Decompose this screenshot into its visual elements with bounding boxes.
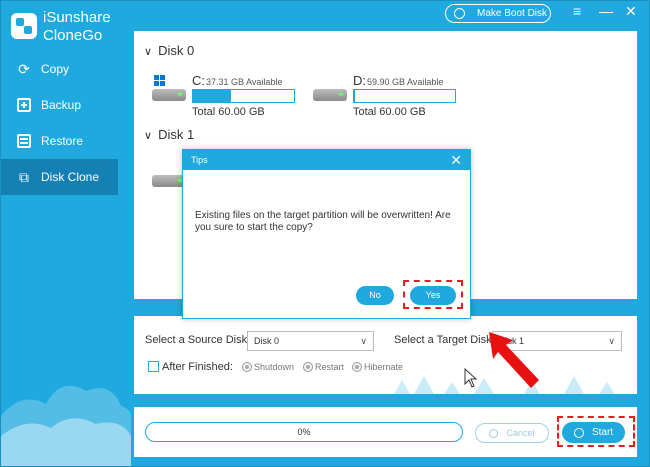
partition-total: Total 60.00 GB — [192, 106, 265, 118]
disk-1-title: Disk 1 — [158, 127, 195, 142]
close-icon[interactable]: ✕ — [625, 3, 637, 19]
highlight-start — [557, 416, 635, 447]
partition-usage-bar — [192, 89, 295, 103]
partition-letter: D: — [353, 73, 366, 88]
sidebar-item-backup[interactable]: Backup — [1, 87, 118, 123]
no-button[interactable]: No — [356, 286, 394, 305]
clone-icon: ⧉ — [19, 168, 29, 185]
partition-available: 59.90 GB Available — [367, 77, 444, 87]
dialog-title: Tips — [191, 155, 208, 165]
radio-shutdown[interactable]: Shutdown — [242, 362, 294, 372]
app-name-line1: iSunshare — [43, 9, 111, 26]
dialog-message: Existing files on the target partition w… — [195, 210, 451, 233]
make-boot-disk-button[interactable]: Make Boot Disk — [445, 4, 551, 23]
chevron-down-icon: ∨ — [144, 130, 153, 142]
radio-icon — [242, 362, 252, 372]
progress-bar: 0% — [145, 422, 463, 442]
chevron-down-icon: ∨ — [608, 336, 615, 346]
source-disk-select[interactable]: Disk 0 ∨ — [247, 331, 374, 351]
partition-c[interactable]: C:37.31 GB Available Total 60.00 GB — [152, 73, 312, 123]
logo-icon — [11, 13, 37, 39]
chevron-down-icon: ∨ — [360, 336, 367, 346]
sidebar-item-label: Disk Clone — [41, 170, 100, 184]
partition-usage-bar — [353, 89, 456, 103]
after-finished-label: After Finished: — [162, 361, 233, 373]
minimize-icon[interactable]: — — [599, 3, 613, 19]
sidebar-item-copy[interactable]: ⟳ Copy — [1, 51, 118, 87]
boot-disk-icon — [454, 8, 465, 19]
chevron-down-icon: ∨ — [144, 46, 153, 58]
make-boot-disk-label: Make Boot Disk — [477, 8, 548, 19]
radio-icon — [303, 362, 313, 372]
windows-icon — [154, 75, 166, 87]
disk-1-header[interactable]: ∨ Disk 1 — [144, 127, 194, 142]
sidebar-item-restore[interactable]: Restore — [1, 123, 118, 159]
radio-icon — [352, 362, 362, 372]
partition-available: 37.31 GB Available — [206, 77, 283, 87]
sidebar-item-label: Backup — [41, 98, 82, 112]
cancel-button[interactable]: Cancel — [475, 423, 549, 443]
disk-0-title: Disk 0 — [158, 43, 195, 58]
system-drive-icon — [152, 75, 186, 103]
progress-text: 0% — [297, 427, 311, 437]
refresh-icon: ⟳ — [18, 60, 30, 77]
source-disk-label: Select a Source Disk: — [145, 334, 251, 346]
disk-0-header[interactable]: ∨ Disk 0 — [144, 43, 194, 58]
drive-icon — [152, 169, 186, 189]
partition-d[interactable]: D:59.90 GB Available Total 60.00 GB — [313, 73, 473, 123]
partition-letter: C: — [192, 73, 205, 88]
list-box-icon — [15, 132, 33, 150]
partition-total: Total 60.00 GB — [353, 106, 426, 118]
cancel-label: Cancel — [506, 428, 535, 438]
cancel-icon — [489, 428, 499, 438]
sidebar-item-label: Copy — [41, 62, 70, 76]
highlight-yes — [403, 280, 463, 309]
radio-hibernate[interactable]: Hibernate — [352, 362, 403, 372]
app-logo: iSunshare CloneGo — [11, 9, 121, 49]
options-panel: Select a Source Disk: Disk 0 ∨ Select a … — [134, 316, 637, 394]
partition-usage-fill — [193, 90, 232, 102]
after-finished-checkbox[interactable] — [148, 361, 159, 372]
dialog-close-icon[interactable]: ✕ — [450, 150, 462, 170]
sidebar-nav: ⟳ Copy Backup Restore ⧉ Disk Clone — [1, 51, 118, 195]
app-name-line2: CloneGo — [43, 27, 103, 44]
plus-box-icon — [15, 96, 33, 114]
red-arrow-annotation — [489, 332, 539, 388]
menu-icon[interactable]: ≡ — [573, 3, 581, 19]
mouse-cursor-icon — [464, 368, 478, 388]
target-disk-label: Select a Target Disk: — [394, 334, 495, 346]
partition-usage-fill — [354, 90, 355, 102]
source-disk-value: Disk 0 — [254, 336, 280, 346]
sidebar-item-label: Restore — [41, 134, 84, 148]
clouds-decoration — [1, 385, 131, 466]
app-window: iSunshare CloneGo ⟳ Copy Backup Restore … — [0, 0, 650, 467]
drive-icon — [313, 83, 347, 103]
sidebar-item-disk-clone[interactable]: ⧉ Disk Clone — [1, 159, 118, 195]
radio-restart[interactable]: Restart — [303, 362, 344, 372]
